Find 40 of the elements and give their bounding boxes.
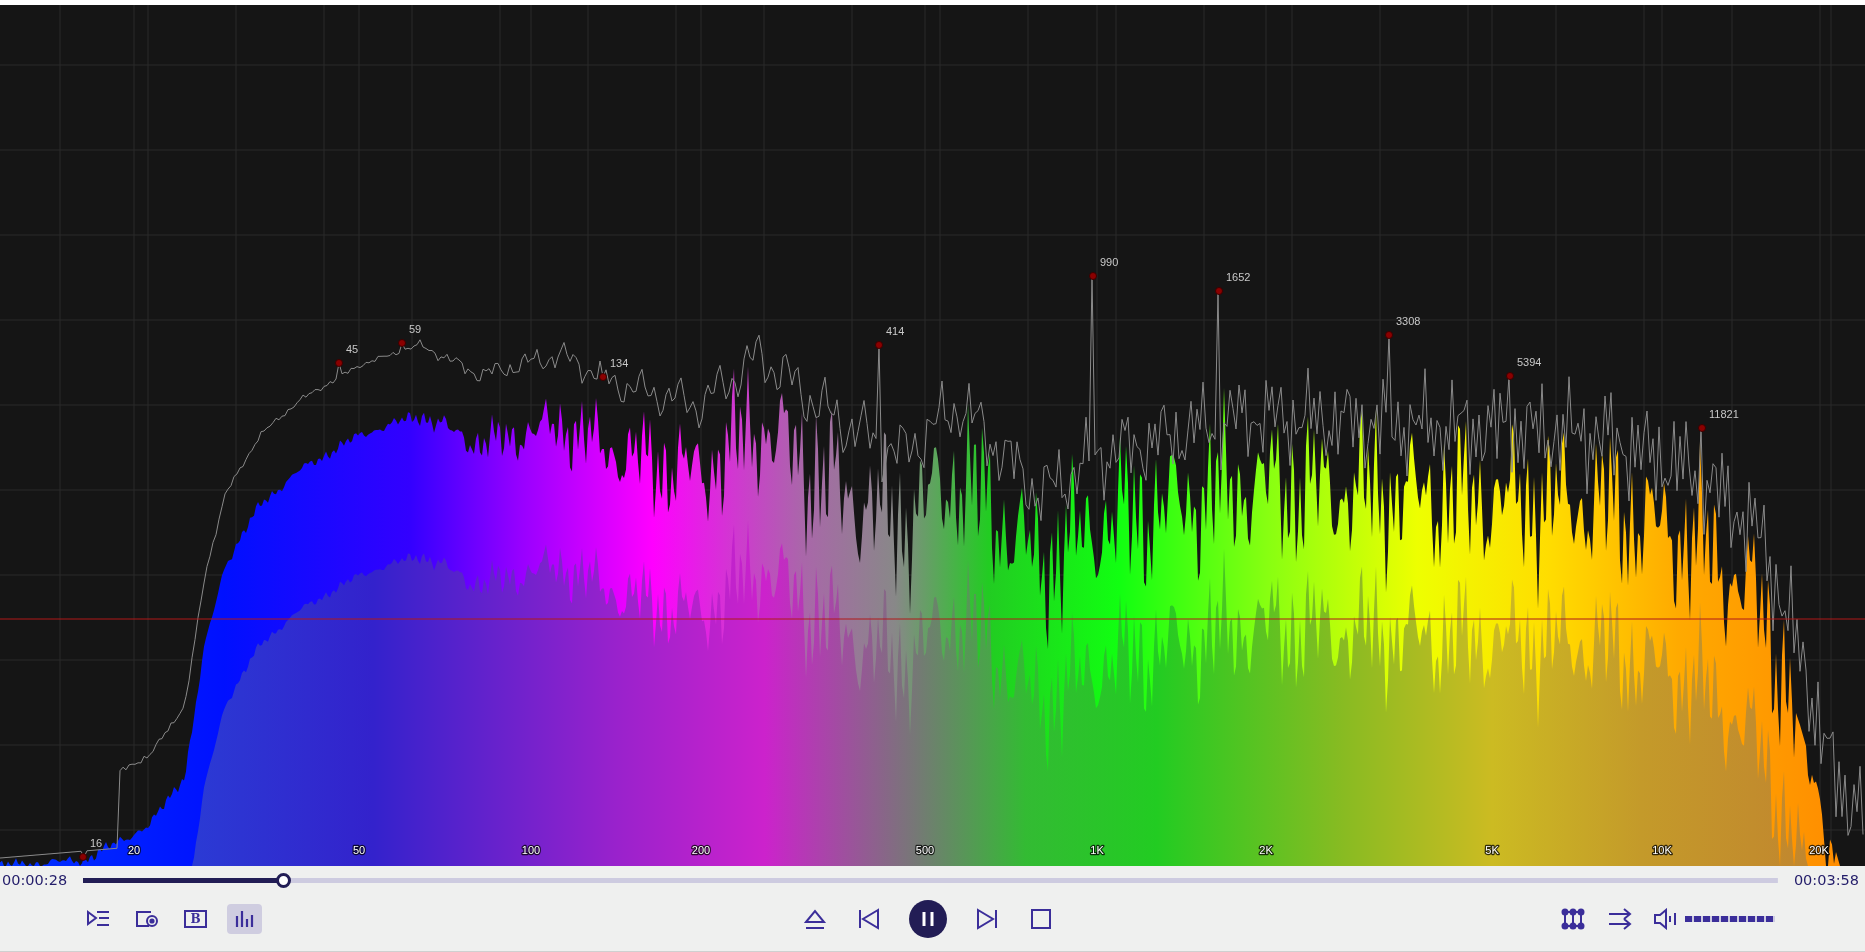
peak-dot (1698, 424, 1706, 432)
elapsed-time: 00:00:28 (2, 872, 68, 888)
peak-label: 990 (1100, 256, 1119, 268)
axis-label: 200 (691, 844, 711, 856)
duration-time: 00:03:58 (1793, 872, 1859, 888)
peak-label: 3308 (1396, 315, 1421, 327)
seek-handle[interactable] (276, 872, 292, 888)
axis-label: 100 (521, 844, 541, 856)
axis-label: 1K (1090, 844, 1104, 856)
peak-label: 11821 (1709, 408, 1739, 420)
peak-dot (79, 853, 87, 861)
peak-label: 134 (610, 357, 629, 369)
peak-label: 16 (90, 837, 103, 849)
axis-label: 20 (127, 844, 141, 856)
peak-label: 59 (409, 323, 422, 335)
toolbar-button[interactable] (227, 903, 262, 934)
axis-label: 2K (1259, 844, 1273, 856)
peak-label: 45 (346, 343, 359, 355)
subtitle-button[interactable]: B (178, 903, 213, 934)
peak-dot (875, 341, 883, 349)
peak-label: 5394 (1517, 356, 1542, 368)
volume-slider[interactable] (1685, 915, 1775, 922)
axis-label: 5K (1485, 844, 1499, 856)
record-icon (134, 908, 159, 929)
peak-label: 414 (886, 325, 905, 337)
peak-dot (1385, 331, 1393, 339)
peak-dot (1089, 272, 1097, 280)
play-list-icon (85, 908, 110, 929)
peak-dot (398, 339, 406, 347)
equalizer-icon (233, 908, 256, 929)
axis-label: 50 (352, 844, 366, 856)
peak-dot (335, 359, 343, 367)
peak-dot (599, 373, 607, 381)
axis-label: 10K (1652, 844, 1672, 856)
pause-button[interactable] (908, 899, 947, 938)
peak-dot (1215, 287, 1223, 295)
speaker-icon (1653, 907, 1679, 930)
axis-label: 500 (915, 844, 935, 856)
peak-label: 1652 (1226, 271, 1251, 283)
peak-dot (1506, 372, 1514, 380)
